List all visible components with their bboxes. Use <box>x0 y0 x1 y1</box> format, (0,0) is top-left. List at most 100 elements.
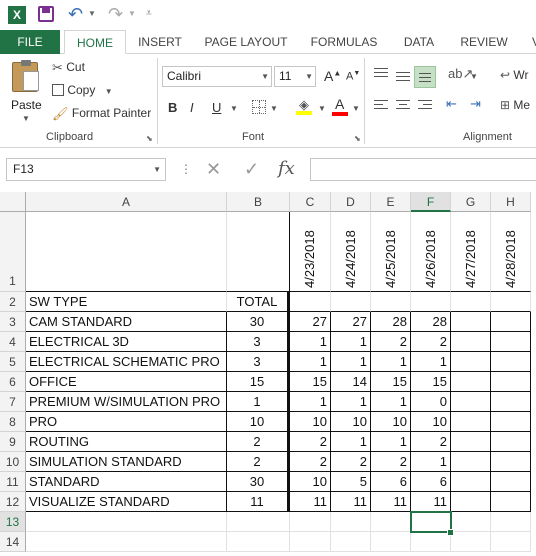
redo-dropdown-icon[interactable]: ▼ <box>128 9 136 18</box>
table-cell-value[interactable]: 1 <box>371 432 411 452</box>
align-left-icon[interactable] <box>374 100 388 109</box>
table-cell-value[interactable]: 0 <box>411 392 451 412</box>
table-row-name[interactable]: OFFICE <box>26 372 227 392</box>
table-cell-value[interactable]: 2 <box>371 452 411 472</box>
table-cell-value[interactable]: 11 <box>290 492 331 512</box>
tab-page-layout[interactable]: PAGE LAYOUT <box>198 30 294 54</box>
fill-handle[interactable] <box>447 529 454 536</box>
insert-function-icon[interactable]: fx <box>278 158 295 179</box>
table-cell-empty[interactable] <box>451 392 491 412</box>
table-cell-value[interactable]: 1 <box>290 392 331 412</box>
bold-button[interactable]: B <box>168 100 177 115</box>
table-row-name[interactable]: ELECTRICAL SCHEMATIC PRO <box>26 352 227 372</box>
table-cell-empty[interactable] <box>491 312 531 332</box>
row-header-5[interactable]: 5 <box>0 352 26 372</box>
table-cell-value[interactable]: 28 <box>411 312 451 332</box>
table-cell-value[interactable]: 6 <box>411 472 451 492</box>
table-cell-value[interactable]: 1 <box>411 352 451 372</box>
table-cell-empty[interactable] <box>451 432 491 452</box>
table-cell-empty[interactable] <box>491 472 531 492</box>
row-header-3[interactable]: 3 <box>0 312 26 332</box>
table-cell-value[interactable]: 1 <box>290 352 331 372</box>
borders-icon[interactable] <box>252 100 266 114</box>
column-header-f[interactable]: F <box>411 192 451 212</box>
tab-view[interactable]: V <box>526 30 536 54</box>
row-header-2[interactable]: 2 <box>0 292 26 312</box>
table-cell-value[interactable]: 1 <box>371 392 411 412</box>
table-row-name[interactable]: ROUTING <box>26 432 227 452</box>
font-color-icon[interactable]: A <box>332 96 348 117</box>
enter-icon[interactable]: ✓ <box>244 159 259 180</box>
table-row-total[interactable]: 3 <box>227 332 290 352</box>
font-size-combo[interactable]: 11 ▼ <box>274 66 316 87</box>
align-right-icon[interactable] <box>418 100 432 109</box>
table-cell-value[interactable]: 1 <box>331 352 371 372</box>
table-cell-value[interactable]: 11 <box>411 492 451 512</box>
formula-input[interactable] <box>310 158 536 181</box>
table-row-name[interactable]: CAM STANDARD <box>26 312 227 332</box>
name-box[interactable]: F13 ▼ <box>6 158 166 181</box>
table-cell-value[interactable]: 2 <box>290 432 331 452</box>
table-cell-value[interactable]: 11 <box>371 492 411 512</box>
table-cell-value[interactable]: 5 <box>331 472 371 492</box>
table-cell-value[interactable]: 15 <box>290 372 331 392</box>
tab-formulas[interactable]: FORMULAS <box>306 30 382 54</box>
table-cell-empty[interactable] <box>451 492 491 512</box>
cell-r14-c[interactable] <box>290 532 331 552</box>
row-header-12[interactable]: 12 <box>0 492 26 512</box>
table-cell-value[interactable]: 15 <box>411 372 451 392</box>
table-cell-value[interactable]: 10 <box>290 472 331 492</box>
clipboard-launcher-icon[interactable]: ⬊ <box>146 134 153 143</box>
table-cell-value[interactable]: 2 <box>371 332 411 352</box>
row-header-1[interactable]: 1 <box>0 212 26 292</box>
table-cell-value[interactable]: 27 <box>290 312 331 332</box>
cell-r2-h[interactable] <box>491 292 531 312</box>
table-row-name[interactable]: SIMULATION STANDARD <box>26 452 227 472</box>
cut-button[interactable]: ✂ Cut <box>52 60 85 76</box>
table-cell-empty[interactable] <box>451 412 491 432</box>
table-cell-value[interactable]: 2 <box>411 432 451 452</box>
table-cell-value[interactable]: 10 <box>371 412 411 432</box>
cell-r2-d[interactable] <box>331 292 371 312</box>
table-cell-value[interactable]: 1 <box>411 452 451 472</box>
align-center-icon[interactable] <box>396 100 410 109</box>
cell-r13-e[interactable] <box>371 512 411 532</box>
table-row-total[interactable]: 11 <box>227 492 290 512</box>
tab-home[interactable]: HOME <box>64 30 126 54</box>
column-header-d[interactable]: D <box>331 192 371 212</box>
cell-r14-d[interactable] <box>331 532 371 552</box>
table-row-total[interactable]: 3 <box>227 352 290 372</box>
paste-button[interactable]: Paste ▼ <box>8 60 46 128</box>
table-row-total[interactable]: 2 <box>227 452 290 472</box>
fill-color-dropdown-icon[interactable]: ▼ <box>318 104 326 113</box>
underline-button[interactable]: U <box>212 100 221 115</box>
row-header-9[interactable]: 9 <box>0 432 26 452</box>
increase-indent-icon[interactable]: ⇥ <box>470 96 481 112</box>
cell-r14-e[interactable] <box>371 532 411 552</box>
table-cell-value[interactable]: 6 <box>371 472 411 492</box>
cell-r14-a[interactable] <box>26 532 227 552</box>
borders-dropdown-icon[interactable]: ▼ <box>270 104 278 113</box>
grow-font-button[interactable]: A▲ <box>324 68 341 84</box>
table-cell-empty[interactable] <box>491 372 531 392</box>
cell-r1-b[interactable] <box>227 212 290 292</box>
table-row-total[interactable]: 15 <box>227 372 290 392</box>
table-cell-empty[interactable] <box>451 352 491 372</box>
copy-button[interactable]: Copy ▼ <box>52 83 113 97</box>
row-header-4[interactable]: 4 <box>0 332 26 352</box>
table-row-name[interactable]: PREMIUM W/SIMULATION PRO <box>26 392 227 412</box>
cell-r14-g[interactable] <box>451 532 491 552</box>
table-row-name[interactable]: STANDARD <box>26 472 227 492</box>
row-header-14[interactable]: 14 <box>0 532 26 552</box>
cell-r13-g[interactable] <box>451 512 491 532</box>
table-row-total[interactable]: 30 <box>227 312 290 332</box>
table-cell-value[interactable]: 27 <box>331 312 371 332</box>
column-header-a[interactable]: A <box>26 192 227 212</box>
tab-file[interactable]: FILE <box>0 30 60 54</box>
undo-icon[interactable]: ↶ <box>68 4 83 25</box>
cell-r13-h[interactable] <box>491 512 531 532</box>
row-header-11[interactable]: 11 <box>0 472 26 492</box>
cell-r14-b[interactable] <box>227 532 290 552</box>
column-header-g[interactable]: G <box>451 192 491 212</box>
table-cell-empty[interactable] <box>451 472 491 492</box>
